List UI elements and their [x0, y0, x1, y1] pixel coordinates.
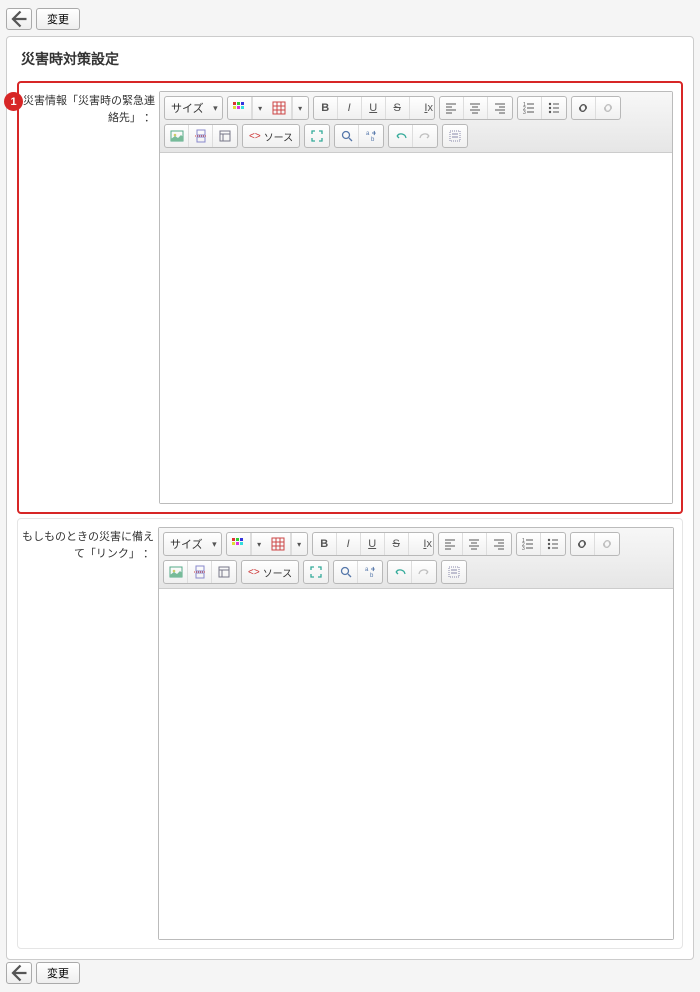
main-panel: 災害時対策設定 1 災害情報「災害時の緊急連絡先」 ： サイズ	[6, 36, 694, 960]
align-right-button[interactable]	[487, 533, 511, 555]
editor-content[interactable]	[160, 153, 672, 503]
text-color-button[interactable]	[228, 97, 252, 119]
maximize-button[interactable]	[305, 125, 329, 147]
redo-button[interactable]	[412, 561, 436, 583]
undo-button[interactable]	[388, 561, 412, 583]
replace-button[interactable]: ab	[358, 561, 382, 583]
link-button[interactable]	[572, 97, 596, 119]
link-button[interactable]	[571, 533, 595, 555]
change-button-bottom[interactable]: 変更	[36, 962, 80, 984]
svg-text:b: b	[370, 573, 374, 579]
back-button[interactable]	[6, 8, 32, 30]
replace-button[interactable]: ab	[359, 125, 383, 147]
underline-button[interactable]: U	[362, 97, 386, 119]
table-button[interactable]	[267, 533, 291, 555]
italic-button[interactable]: I	[338, 97, 362, 119]
align-left-button[interactable]	[440, 97, 464, 119]
field-block: もしものときの災害に備えて「リンク」 ： サイズ	[17, 518, 683, 949]
ordered-list-button[interactable]: 123	[517, 533, 541, 555]
align-left-button[interactable]	[439, 533, 463, 555]
page-break-button[interactable]	[189, 125, 213, 147]
bold-button[interactable]: B	[313, 533, 337, 555]
change-button-top[interactable]: 変更	[36, 8, 80, 30]
text-color-button[interactable]	[227, 533, 251, 555]
image-button[interactable]	[164, 561, 188, 583]
underline-button[interactable]: U	[361, 533, 385, 555]
editor-toolbar: サイズ	[160, 92, 672, 153]
align-center-button[interactable]	[464, 97, 488, 119]
find-button[interactable]	[334, 561, 358, 583]
svg-text:a: a	[365, 567, 369, 573]
show-blocks-button[interactable]	[442, 561, 466, 583]
rich-text-editor: サイズ B I U S Ix	[158, 527, 674, 940]
svg-text:3: 3	[523, 110, 526, 115]
source-button[interactable]: <>ソース	[242, 561, 298, 583]
strike-button[interactable]: S	[385, 533, 409, 555]
section-title: 災害時対策設定	[13, 43, 687, 77]
redo-button[interactable]	[413, 125, 437, 147]
table-dropdown[interactable]	[292, 97, 308, 119]
strike-button[interactable]: S	[386, 97, 410, 119]
text-color-dropdown[interactable]	[251, 533, 267, 555]
image-button[interactable]	[165, 125, 189, 147]
table-dropdown[interactable]	[291, 533, 307, 555]
field-block: 1 災害情報「災害時の緊急連絡先」 ： サイズ	[17, 81, 683, 514]
text-color-dropdown[interactable]	[252, 97, 268, 119]
callout-badge: 1	[4, 92, 23, 111]
font-size-select[interactable]: サイズ	[165, 97, 222, 119]
italic-button[interactable]: I	[337, 533, 361, 555]
editor-content[interactable]	[159, 589, 673, 939]
back-button[interactable]	[6, 962, 32, 984]
unordered-list-button[interactable]	[542, 97, 566, 119]
align-center-button[interactable]	[463, 533, 487, 555]
bold-button[interactable]: B	[314, 97, 338, 119]
show-blocks-button[interactable]	[443, 125, 467, 147]
svg-text:b: b	[371, 137, 375, 143]
rich-text-editor: サイズ	[159, 91, 673, 504]
unlink-button[interactable]	[595, 533, 619, 555]
editor-toolbar: サイズ B I U S Ix	[159, 528, 673, 589]
svg-text:3: 3	[522, 546, 525, 551]
find-button[interactable]	[335, 125, 359, 147]
remove-format-button[interactable]: Ix	[409, 533, 433, 555]
undo-button[interactable]	[389, 125, 413, 147]
remove-format-button[interactable]: Ix	[410, 97, 434, 119]
maximize-button[interactable]	[304, 561, 328, 583]
unordered-list-button[interactable]	[541, 533, 565, 555]
templates-button[interactable]	[212, 561, 236, 583]
field-label: もしものときの災害に備えて「リンク」 ：	[18, 527, 158, 940]
table-button[interactable]	[268, 97, 292, 119]
ordered-list-button[interactable]: 123	[518, 97, 542, 119]
source-button[interactable]: <>ソース	[243, 125, 299, 147]
page-break-button[interactable]	[188, 561, 212, 583]
field-label: 災害情報「災害時の緊急連絡先」 ：	[19, 91, 159, 504]
font-size-select[interactable]: サイズ	[164, 533, 221, 555]
svg-text:a: a	[366, 131, 370, 137]
unlink-button[interactable]	[596, 97, 620, 119]
align-right-button[interactable]	[488, 97, 512, 119]
templates-button[interactable]	[213, 125, 237, 147]
